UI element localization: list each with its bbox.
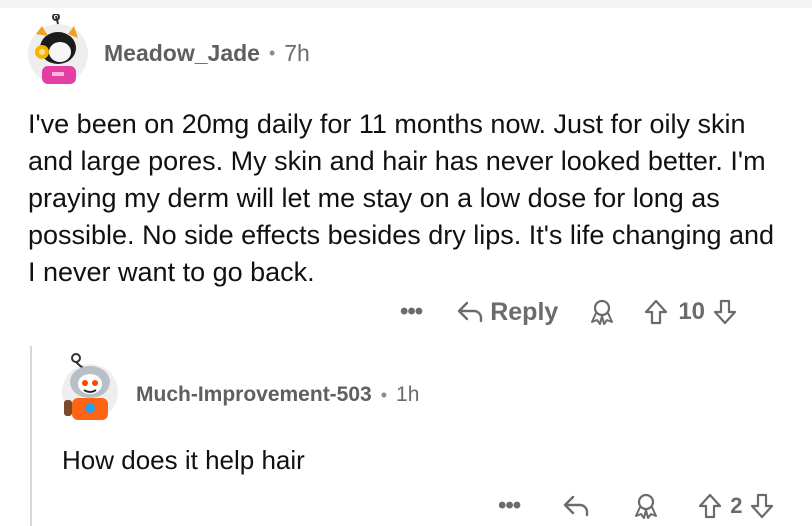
reply-button[interactable]: Reply bbox=[456, 298, 558, 327]
comment-text: I've been on 20mg daily for 11 months no… bbox=[28, 109, 775, 287]
thread-line[interactable] bbox=[30, 346, 32, 526]
comment-body: I've been on 20mg daily for 11 months no… bbox=[28, 106, 788, 291]
comment-meta: Meadow_Jade • 7h bbox=[104, 40, 310, 67]
username[interactable]: Much-Improvement-503 bbox=[136, 383, 372, 407]
comment-actions: ••• 2 bbox=[498, 486, 774, 526]
comment-actions: ••• Reply 10 bbox=[400, 292, 737, 332]
comment-meta: Much-Improvement-503 • 1h bbox=[136, 383, 419, 407]
upvote-icon[interactable] bbox=[644, 299, 668, 325]
more-icon[interactable]: ••• bbox=[400, 298, 423, 326]
reply-icon[interactable] bbox=[562, 493, 590, 519]
top-strip bbox=[0, 0, 812, 8]
award-icon[interactable] bbox=[632, 492, 660, 520]
timestamp[interactable]: 1h bbox=[396, 383, 419, 407]
avatar-icon[interactable] bbox=[22, 14, 90, 86]
reply-icon bbox=[456, 299, 484, 325]
username[interactable]: Meadow_Jade bbox=[104, 40, 260, 67]
meta-separator: • bbox=[268, 43, 276, 63]
avatar-icon[interactable] bbox=[56, 352, 120, 422]
comment-text: How does it help hair bbox=[62, 445, 305, 475]
timestamp[interactable]: 7h bbox=[284, 40, 310, 67]
vote-count: 2 bbox=[730, 493, 743, 518]
vote-count: 10 bbox=[678, 298, 706, 325]
downvote-icon[interactable] bbox=[750, 493, 774, 519]
award-icon[interactable] bbox=[588, 298, 616, 326]
more-icon[interactable]: ••• bbox=[498, 492, 521, 520]
meta-separator: • bbox=[380, 384, 388, 405]
downvote-icon[interactable] bbox=[713, 299, 737, 325]
upvote-icon[interactable] bbox=[698, 493, 722, 519]
reply-label: Reply bbox=[490, 297, 559, 326]
